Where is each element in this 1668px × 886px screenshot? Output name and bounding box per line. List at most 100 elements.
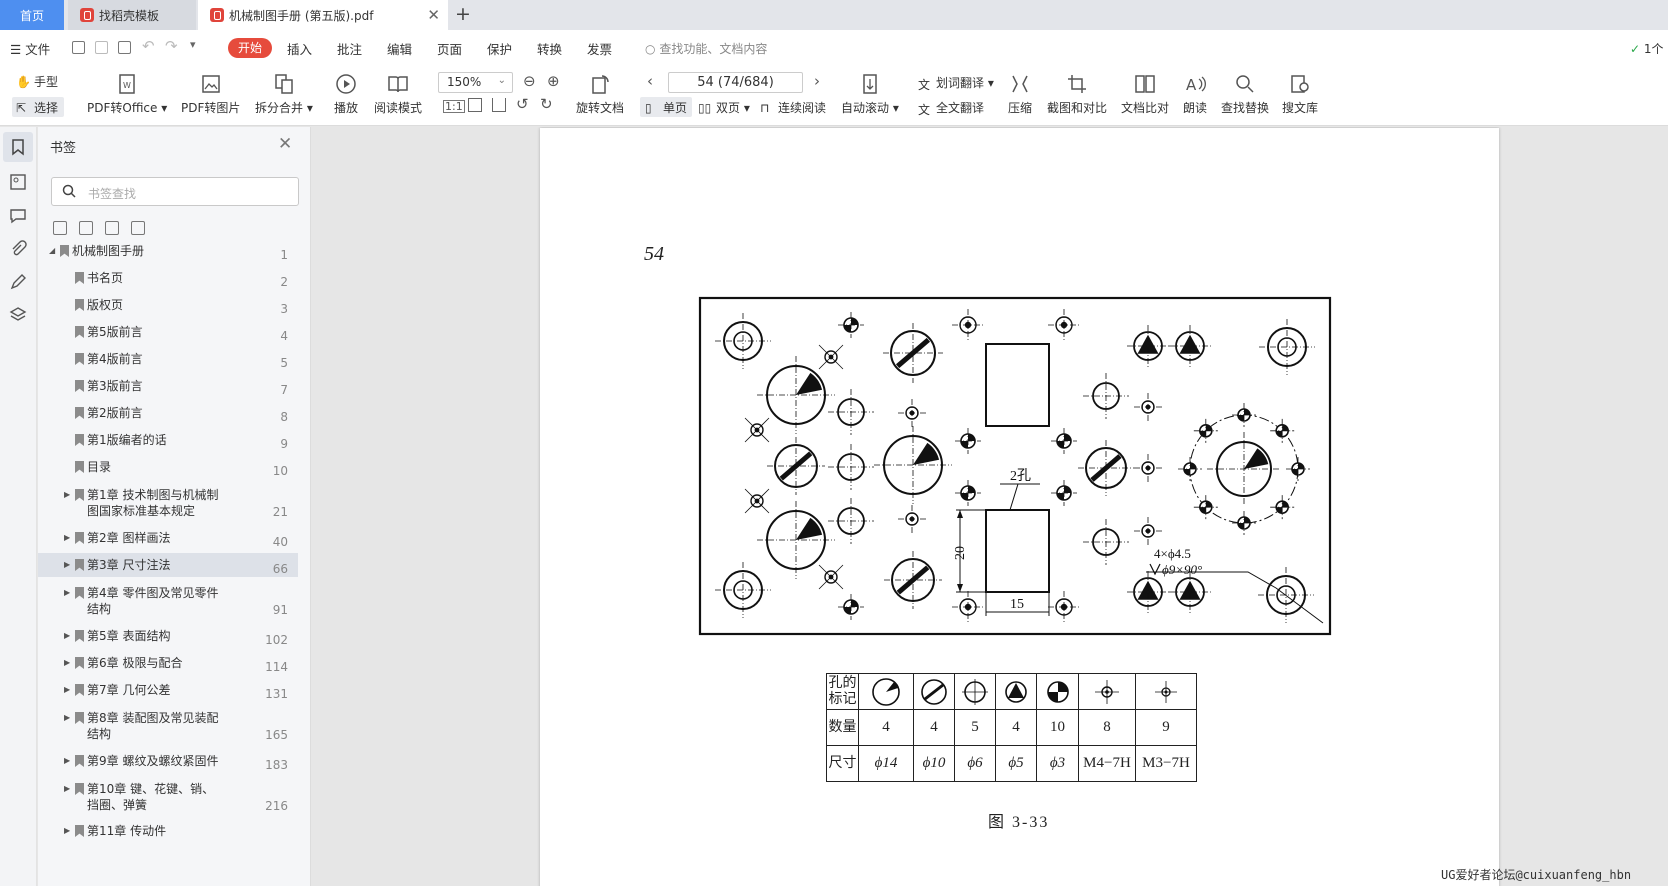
print-icon[interactable] bbox=[118, 41, 131, 54]
bookmark-item[interactable]: ▶ 第7章 几何公差 131 bbox=[38, 678, 298, 702]
actual-size-icon[interactable]: 1:1 bbox=[443, 100, 465, 113]
pdf-to-image-button[interactable]: PDF转图片 bbox=[181, 72, 240, 116]
zoom-in-icon[interactable]: ⊕ bbox=[547, 72, 560, 90]
menu-protect[interactable]: 保护 bbox=[487, 39, 512, 58]
menu-start[interactable]: 开始 bbox=[228, 38, 272, 58]
expand-arrow-icon[interactable]: ▶ bbox=[64, 533, 70, 542]
double-page-button[interactable]: ▯▯ 双页 ▾ bbox=[698, 99, 750, 116]
zoom-out-icon[interactable]: ⊖ bbox=[523, 72, 536, 90]
pdf-to-office-button[interactable]: W PDF转Office ▾ bbox=[87, 72, 167, 116]
tab-document[interactable]: 机械制图手册 (第五版).pdf ✕ bbox=[198, 0, 448, 30]
bookmark-item[interactable]: 第4版前言 5 bbox=[38, 347, 298, 371]
bookmark-item[interactable]: 第5版前言 4 bbox=[38, 320, 298, 344]
redo-icon[interactable]: ↷ bbox=[165, 37, 178, 55]
expand-arrow-icon[interactable]: ▶ bbox=[64, 756, 70, 765]
svg-text:W: W bbox=[123, 81, 131, 90]
collapse-arrow-icon[interactable]: ◢ bbox=[49, 246, 55, 255]
bookmark-item[interactable]: 目录 10 bbox=[38, 455, 298, 479]
full-translate-button[interactable]: 文全文翻译 bbox=[918, 99, 984, 117]
tab-template[interactable]: 找稻壳模板 bbox=[68, 0, 196, 30]
bookmark-item[interactable]: ▶ 第1章 技术制图与机械制 图国家标准基本规定 21 bbox=[38, 483, 298, 521]
expand-arrow-icon[interactable]: ▶ bbox=[64, 560, 70, 569]
compress-button[interactable]: 压缩 bbox=[1008, 72, 1032, 116]
previous-page-icon[interactable]: ‹ bbox=[647, 72, 653, 90]
bookmark-panel-icon[interactable] bbox=[9, 138, 27, 156]
expand-arrow-icon[interactable]: ▶ bbox=[64, 713, 70, 722]
expand-arrow-icon[interactable]: ▶ bbox=[64, 784, 70, 793]
bookmark-options-icon[interactable] bbox=[131, 221, 145, 235]
rotate-left-icon[interactable]: ↺ bbox=[516, 95, 529, 113]
bookmark-search-input[interactable]: 书签查找 bbox=[51, 177, 299, 206]
expand-arrow-icon[interactable]: ▶ bbox=[64, 826, 70, 835]
add-bookmark-icon[interactable] bbox=[105, 221, 119, 235]
close-panel-icon[interactable]: ✕ bbox=[278, 134, 292, 154]
file-menu[interactable]: ☰ 文件 bbox=[10, 39, 50, 58]
bookmark-item[interactable]: 第1版编者的话 9 bbox=[38, 428, 298, 452]
undo-icon[interactable]: ↶ bbox=[142, 37, 155, 55]
continuous-read-button[interactable]: ⊓ 连续阅读 bbox=[760, 99, 826, 116]
open-icon[interactable] bbox=[72, 41, 85, 54]
fit-page-icon[interactable] bbox=[468, 98, 482, 112]
next-page-icon[interactable]: › bbox=[814, 72, 820, 90]
menu-page[interactable]: 页面 bbox=[437, 39, 462, 58]
menu-invoice[interactable]: 发票 bbox=[587, 39, 612, 58]
rotate-right-icon[interactable]: ↻ bbox=[540, 95, 553, 113]
bookmark-item[interactable]: ▶ 第10章 键、花键、销、 挡圈、弹簧 216 bbox=[38, 777, 298, 815]
play-button[interactable]: 播放 bbox=[334, 72, 358, 116]
attachment-icon[interactable] bbox=[9, 240, 27, 258]
menu-insert[interactable]: 插入 bbox=[287, 39, 312, 58]
expand-arrow-icon[interactable]: ▶ bbox=[64, 490, 70, 499]
doc-compare-button[interactable]: 文档比对 bbox=[1121, 72, 1169, 116]
bookmark-item[interactable]: ▶ 第8章 装配图及常见装配 结构 165 bbox=[38, 706, 298, 744]
close-tab-icon[interactable]: ✕ bbox=[427, 6, 440, 24]
bookmark-item[interactable]: ▶ 第5章 表面结构 102 bbox=[38, 624, 298, 648]
menu-edit[interactable]: 编辑 bbox=[387, 39, 412, 58]
search-library-button[interactable]: 搜文库 bbox=[1282, 72, 1318, 116]
menu-annotate[interactable]: 批注 bbox=[337, 39, 362, 58]
hand-tool[interactable]: ✋ 手型 bbox=[16, 73, 58, 90]
more-quick-icon[interactable]: ▾ bbox=[190, 38, 196, 51]
bookmark-item[interactable]: 版权页 3 bbox=[38, 293, 298, 317]
bookmark-label: 第4章 零件图及常见零件 bbox=[87, 586, 219, 600]
expand-arrow-icon[interactable]: ▶ bbox=[64, 631, 70, 640]
layers-icon[interactable] bbox=[9, 306, 27, 324]
rotate-document-button[interactable]: 旋转文档 bbox=[576, 72, 624, 116]
select-tool[interactable]: ⇱ 选择 bbox=[16, 99, 58, 116]
comment-panel-icon[interactable] bbox=[9, 207, 27, 225]
bookmark-item[interactable]: ▶ 第4章 零件图及常见零件 结构 91 bbox=[38, 581, 298, 619]
zoom-select[interactable]: 150% ⌄ bbox=[438, 72, 513, 93]
expand-arrow-icon[interactable]: ▶ bbox=[64, 588, 70, 597]
feature-search[interactable]: ○ 查找功能、文档内容 bbox=[645, 40, 767, 57]
word-translate-button[interactable]: 文划词翻译 ▾ bbox=[918, 74, 994, 92]
expand-all-icon[interactable] bbox=[53, 221, 67, 235]
read-mode-button[interactable]: 阅读模式 bbox=[374, 72, 422, 116]
auto-scroll-button[interactable]: 自动滚动 ▾ bbox=[841, 72, 899, 116]
find-replace-button[interactable]: 查找替换 bbox=[1221, 72, 1269, 116]
bookmark-item[interactable]: ▶ 第3章 尺寸注法 66 bbox=[38, 553, 298, 577]
bookmark-item[interactable]: 第2版前言 8 bbox=[38, 401, 298, 425]
tab-home[interactable]: 首页 bbox=[0, 0, 64, 30]
expand-arrow-icon[interactable]: ▶ bbox=[64, 685, 70, 694]
collapse-all-icon[interactable] bbox=[79, 221, 93, 235]
bookmark-item[interactable]: ▶ 第11章 传动件 bbox=[38, 819, 298, 843]
split-merge-button[interactable]: 拆分合并 ▾ bbox=[255, 72, 313, 116]
bookmark-item[interactable]: 第3版前言 7 bbox=[38, 374, 298, 398]
bookmark-item[interactable]: ▶ 第9章 螺纹及螺纹紧固件 183 bbox=[38, 749, 298, 773]
compress-icon bbox=[1012, 75, 1028, 93]
bookmark-item[interactable]: 书名页 2 bbox=[38, 266, 298, 290]
expand-arrow-icon[interactable]: ▶ bbox=[64, 658, 70, 667]
menu-convert[interactable]: 转换 bbox=[537, 39, 562, 58]
thumbnail-panel-icon[interactable] bbox=[9, 173, 27, 191]
fit-width-icon[interactable] bbox=[492, 98, 506, 112]
bookmark-item[interactable]: ▶ 第6章 极限与配合 114 bbox=[38, 651, 298, 675]
new-tab-icon[interactable]: + bbox=[455, 3, 471, 25]
single-page-button[interactable]: ▯ 单页 bbox=[645, 99, 687, 116]
bookmark-item[interactable]: ◢ 机械制图手册 1 bbox=[38, 239, 298, 263]
signature-icon[interactable] bbox=[9, 273, 27, 291]
sync-status[interactable]: ✓ 1个 bbox=[1630, 40, 1664, 57]
screenshot-compare-button[interactable]: 截图和对比 bbox=[1047, 72, 1107, 116]
page-number-input[interactable]: 54 (74/684) bbox=[668, 72, 803, 93]
save-icon[interactable] bbox=[95, 41, 108, 54]
bookmark-item[interactable]: ▶ 第2章 图样画法 40 bbox=[38, 526, 298, 550]
read-aloud-button[interactable]: A 朗读 bbox=[1183, 72, 1207, 116]
